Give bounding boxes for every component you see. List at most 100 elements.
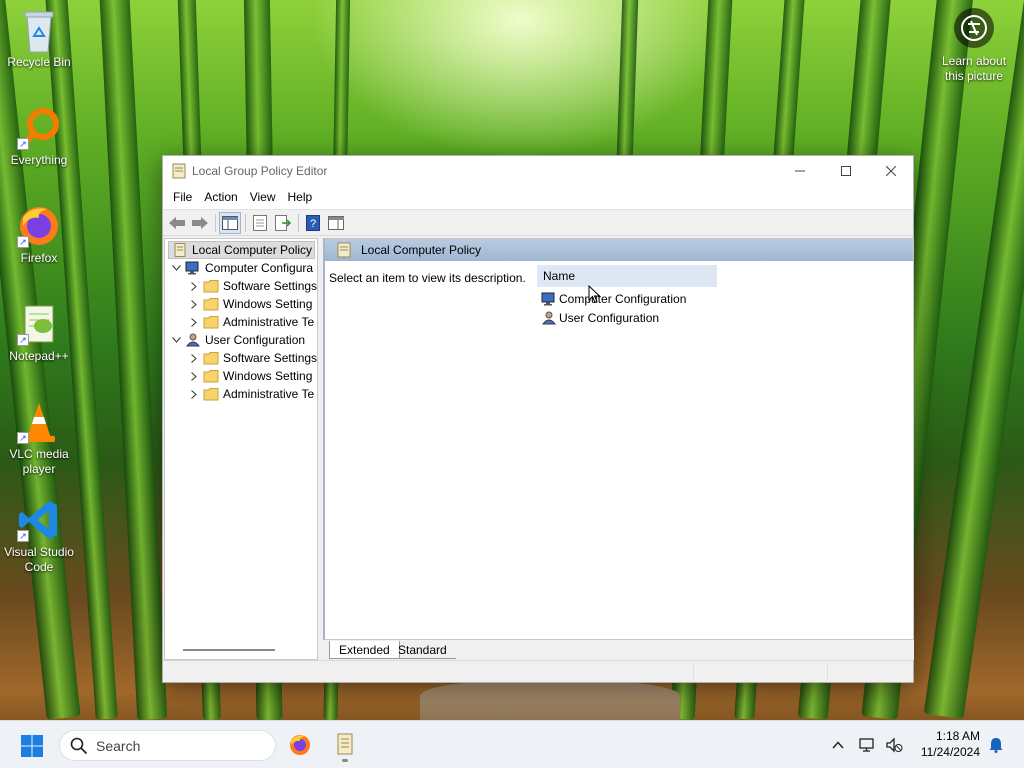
desktop-icon-everything[interactable]: ↗ Everything: [0, 106, 79, 168]
chevron-down-icon[interactable]: [169, 333, 183, 347]
learn-about-picture[interactable]: Learn about this picture: [934, 8, 1014, 84]
windows-start-icon[interactable]: [20, 734, 44, 758]
minimize-button[interactable]: [777, 156, 823, 185]
chevron-right-icon[interactable]: [187, 387, 201, 401]
list-item-label: Computer Configuration: [559, 292, 687, 306]
desktop-icon-vlc[interactable]: ↗ VLC media player: [0, 400, 79, 477]
show-action-pane-button[interactable]: [325, 212, 347, 234]
minimize-icon: [795, 170, 805, 171]
tree-item-label: Software Settings: [223, 279, 318, 293]
status-bar: [163, 660, 913, 682]
taskbar-clock[interactable]: 1:18 AM 11/24/2024: [921, 728, 980, 760]
volume-button[interactable]: [884, 735, 904, 755]
folder-icon: [203, 280, 219, 293]
details-header-title: Local Computer Policy: [361, 243, 482, 257]
show-hidden-icons-button[interactable]: [828, 735, 848, 755]
tree-item-computer-configuration[interactable]: Computer Configura: [169, 259, 313, 277]
desktop-icon-firefox[interactable]: ↗ Firefox: [0, 204, 79, 266]
clock-date: 11/24/2024: [920, 745, 980, 759]
policy-document-icon: [172, 163, 186, 178]
tree-item-label: Windows Setting: [223, 369, 313, 383]
notifications-button[interactable]: [986, 735, 1006, 755]
camera-info-icon: [954, 8, 994, 48]
shortcut-arrow-icon: ↗: [17, 138, 29, 150]
column-header-name[interactable]: Name: [537, 265, 717, 287]
desktop-icon-vscode[interactable]: ↗ Visual Studio Code: [0, 498, 79, 575]
properties-button[interactable]: [249, 212, 271, 234]
export-list-button[interactable]: [272, 212, 294, 234]
forward-button[interactable]: [189, 212, 211, 234]
firefox-icon: ↗: [17, 204, 61, 248]
help-book-icon: ?: [306, 214, 320, 231]
desktop-icon-label: Recycle Bin: [7, 55, 71, 69]
desktop-icon-recycle-bin[interactable]: Recycle Bin: [0, 8, 79, 70]
taskbar-firefox[interactable]: [284, 729, 316, 761]
clock-time: 1:18 AM: [935, 729, 980, 743]
bell-icon: [989, 738, 1003, 753]
menu-file[interactable]: File: [167, 190, 198, 204]
console-tree-pane[interactable]: Local Computer Policy Computer Configura…: [164, 238, 318, 660]
firefox-icon: [290, 735, 310, 755]
close-button[interactable]: [868, 156, 914, 185]
tree-item-user-administrative-templates[interactable]: Administrative Te: [187, 385, 314, 403]
maximize-button[interactable]: [823, 156, 869, 185]
taskbar: Search 1:18 AM 11/24/2024: [0, 720, 1024, 768]
learn-about-label: Learn about this picture: [941, 54, 1007, 83]
desktop-icon-notepadpp[interactable]: ↗ Notepad++: [0, 302, 79, 364]
chevron-right-icon[interactable]: [187, 369, 201, 383]
chevron-right-icon[interactable]: [187, 315, 201, 329]
show-hide-console-tree-button[interactable]: [219, 211, 241, 234]
taskbar-search-box[interactable]: Search: [59, 730, 276, 761]
tree-item-label: Administrative Te: [223, 387, 315, 401]
desktop-icon-label: Firefox: [20, 251, 58, 265]
tree-item-computer-windows-settings[interactable]: Windows Setting: [187, 295, 312, 313]
policy-document-icon: [337, 733, 353, 755]
computer-icon: [541, 292, 555, 306]
details-pane: Local Computer Policy Select an item to …: [323, 238, 914, 640]
tree-item-user-configuration[interactable]: User Configuration: [169, 331, 305, 349]
tree-item-computer-software-settings[interactable]: Software Settings: [187, 277, 317, 295]
close-icon: [886, 165, 896, 176]
folder-icon: [203, 298, 219, 311]
horizontal-scrollbar[interactable]: [183, 649, 275, 651]
description-text: Select an item to view its description.: [329, 271, 526, 285]
console-tree-icon: [222, 215, 238, 230]
policy-document-icon: [337, 242, 351, 258]
back-button[interactable]: [166, 212, 188, 234]
running-indicator: [342, 759, 348, 762]
tree-item-user-windows-settings[interactable]: Windows Setting: [187, 367, 312, 385]
help-button[interactable]: ?: [302, 212, 324, 234]
properties-sheet-icon: [253, 214, 267, 231]
menu-view[interactable]: View: [244, 190, 282, 204]
vlc-cone-icon: ↗: [17, 400, 61, 444]
list-item-user-configuration[interactable]: User Configuration: [541, 309, 659, 327]
menu-action[interactable]: Action: [198, 190, 243, 204]
folder-icon: [203, 388, 219, 401]
menu-help[interactable]: Help: [282, 190, 319, 204]
chevron-right-icon[interactable]: [187, 279, 201, 293]
tree-item-user-software-settings[interactable]: Software Settings: [187, 349, 317, 367]
chevron-right-icon[interactable]: [187, 297, 201, 311]
chevron-right-icon[interactable]: [187, 351, 201, 365]
desktop-icon-label: VLC media player: [9, 447, 69, 476]
tab-standard[interactable]: Standard: [389, 641, 456, 659]
tree-item-label: Computer Configura: [205, 261, 314, 275]
list-item-computer-configuration[interactable]: Computer Configuration: [541, 290, 686, 308]
folder-icon: [203, 352, 219, 365]
desktop-icon-label: Notepad++: [9, 349, 69, 363]
tree-item-label: Local Computer Policy: [192, 243, 313, 257]
taskbar-group-policy-editor[interactable]: [329, 729, 361, 762]
maximize-icon: [841, 165, 851, 176]
folder-icon: [203, 370, 219, 383]
title-bar[interactable]: Local Group Policy Editor: [163, 156, 913, 185]
network-status-button[interactable]: [858, 735, 878, 755]
computer-icon: [185, 261, 199, 275]
tree-item-computer-administrative-templates[interactable]: Administrative Te: [187, 313, 314, 331]
notepadpp-icon: ↗: [17, 302, 61, 346]
tree-item-local-computer-policy[interactable]: Local Computer Policy: [168, 241, 315, 259]
view-tabs: Extended Standard: [323, 640, 914, 660]
user-icon: [185, 333, 201, 347]
shortcut-arrow-icon: ↗: [17, 334, 29, 346]
chevron-down-icon[interactable]: [169, 261, 183, 275]
details-header: Local Computer Policy: [325, 239, 913, 261]
